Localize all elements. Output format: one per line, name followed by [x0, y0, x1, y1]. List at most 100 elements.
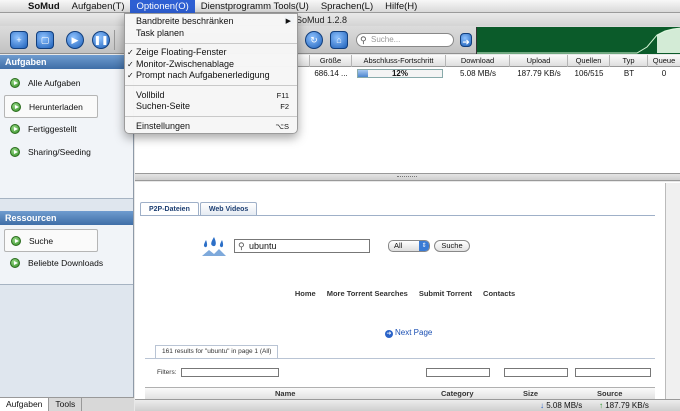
category-select[interactable]: All ⇕ — [388, 240, 430, 252]
sidebar-item-sharing[interactable]: Sharing/Seeding — [4, 141, 129, 164]
sidebar-tabs: Aufgaben Tools — [0, 397, 134, 411]
menu-item-bandwidth[interactable]: Bandbreite beschränken ▶ — [125, 16, 297, 28]
menu-item-fullscreen[interactable]: Vollbild F11 — [125, 90, 297, 102]
menu-item-floating-window[interactable]: ✓ Zeige Floating-Fenster — [125, 47, 297, 59]
submenu-arrow-icon: ▶ — [285, 18, 291, 25]
search-browser: P2P-Dateien Web Videos ⚲ ubuntu All ⇕ Su… — [135, 182, 680, 399]
result-col-source[interactable]: Source — [597, 389, 622, 398]
toolbar-search-input[interactable]: ⚲ Suche... — [356, 33, 454, 47]
splitter-grip[interactable] — [397, 176, 417, 178]
col-type[interactable]: Typ — [610, 55, 648, 67]
menu-item-task-plan[interactable]: Task planen — [125, 28, 297, 40]
progress-bar: 12% — [357, 69, 443, 78]
col-download[interactable]: Download — [446, 55, 510, 67]
search-icon: ⚲ — [360, 35, 367, 45]
menu-item-search-page[interactable]: Suchen-Seite F2 — [125, 101, 297, 113]
results-summary-tab[interactable]: 161 results for "ubuntu" in page 1 (All) — [155, 345, 279, 358]
torrent-search-input[interactable]: ⚲ ubuntu — [234, 239, 370, 253]
col-progress[interactable]: Abschluss-Fortschritt — [352, 55, 446, 67]
cell-type: BT — [623, 69, 635, 78]
status-download: ↓ 5.08 MB/s — [540, 401, 583, 410]
status-upload: ↑ 187.79 KB/s — [599, 401, 649, 410]
play-circle-icon — [10, 124, 20, 134]
checkmark-icon: ✓ — [127, 71, 134, 80]
result-col-size[interactable]: Size — [523, 389, 538, 398]
menu-optionen[interactable]: Optionen(O) — [130, 0, 195, 13]
chevron-updown-icon: ⇕ — [419, 241, 429, 251]
play-circle-icon — [10, 258, 20, 268]
cell-size: 686.14 ... — [314, 69, 348, 78]
results-header: Name Category Size Source — [145, 387, 655, 399]
pane-splitter[interactable] — [135, 173, 680, 181]
filter-size-input[interactable] — [504, 368, 568, 377]
col-size[interactable]: Größe — [310, 55, 352, 67]
menu-app[interactable]: SoMud — [22, 0, 66, 13]
filter-name-input[interactable] — [181, 368, 279, 377]
menu-hilfe[interactable]: Hilfe(H) — [379, 0, 423, 13]
window-title: SoMud 1.2.8 — [296, 15, 348, 25]
tasks-panel: Alle Aufgaben Herunterladen Fertiggestel… — [0, 69, 133, 199]
refresh-icon[interactable]: ↻ — [305, 31, 323, 49]
cell-queue: 0 — [661, 69, 667, 78]
sidebar-item-suche[interactable]: Suche — [4, 229, 98, 252]
result-col-category[interactable]: Category — [441, 389, 474, 398]
sidebar-item-herunterladen[interactable]: Herunterladen — [4, 95, 98, 118]
sidebar-item-fertiggestellt[interactable]: Fertiggestellt — [4, 118, 129, 141]
col-upload[interactable]: Upload — [510, 55, 568, 67]
cell-download: 5.08 MB/s — [459, 69, 496, 78]
nav-submit-torrent[interactable]: Submit Torrent — [419, 289, 472, 298]
menu-item-settings[interactable]: Einstellungen ⌥S — [125, 121, 297, 133]
browser-scrollbar[interactable] — [665, 183, 680, 399]
sidebar-item-beliebte-downloads[interactable]: Beliebte Downloads — [4, 252, 129, 275]
sidebar-item-alle-aufgaben[interactable]: Alle Aufgaben — [4, 72, 129, 95]
nav-contacts[interactable]: Contacts — [483, 289, 515, 298]
browser-tabs: P2P-Dateien Web Videos — [140, 202, 258, 216]
search-button[interactable]: Suche — [434, 240, 470, 252]
go-arrow-icon[interactable]: ➜ — [460, 33, 472, 47]
cell-sources: 106/515 — [574, 69, 604, 78]
checkmark-icon: ✓ — [127, 59, 134, 69]
nav-home[interactable]: Home — [295, 289, 316, 298]
menu-tools[interactable]: Dienstprogramm Tools(U) — [195, 0, 315, 13]
pause-icon[interactable]: ❚❚ — [92, 31, 110, 49]
sidebar: Aufgaben Alle Aufgaben Herunterladen Fer… — [0, 55, 134, 411]
menu-item-clipboard-monitor[interactable]: ✓ Monitor-Zwischenablage — [125, 59, 297, 71]
tab-p2p-files[interactable]: P2P-Dateien — [140, 202, 199, 216]
menu-item-prompt-complete[interactable]: ✓ Prompt nach Aufgabenerledigung — [125, 70, 297, 82]
menu-aufgaben[interactable]: Aufgaben(T) — [66, 0, 131, 13]
arrow-right-icon: ➜ — [385, 330, 393, 338]
next-page-link[interactable]: ➜ Next Page — [385, 328, 432, 338]
result-col-name[interactable]: Name — [275, 389, 295, 398]
toolbar-search-placeholder: Suche... — [371, 35, 401, 44]
menu-separator — [125, 116, 297, 117]
home-icon[interactable]: ⌂ — [330, 31, 348, 49]
site-nav: Home More Torrent Searches Submit Torren… — [135, 289, 555, 298]
play-circle-icon — [11, 102, 21, 112]
resources-header: Ressourcen — [0, 211, 133, 225]
play-circle-icon — [11, 236, 21, 246]
menu-separator — [125, 42, 297, 44]
progress-label: 12% — [391, 69, 408, 78]
col-sources[interactable]: Quellen — [568, 55, 610, 67]
play-circle-icon — [10, 147, 20, 157]
resources-panel: Suche Beliebte Downloads — [0, 225, 133, 285]
col-queue[interactable]: Queue — [648, 55, 680, 67]
status-bar: ↓ 5.08 MB/s ↑ 187.79 KB/s — [135, 399, 680, 411]
filter-source-input[interactable] — [575, 368, 651, 377]
arrow-down-icon: ↓ — [540, 401, 544, 410]
open-folder-icon[interactable]: ▢ — [36, 31, 54, 49]
play-circle-icon — [10, 78, 20, 88]
tab-tools[interactable]: Tools — [49, 398, 83, 411]
filter-category-input[interactable] — [426, 368, 490, 377]
tasks-header: Aufgaben — [0, 55, 133, 69]
filters-label: Filters: — [157, 369, 177, 376]
search-icon: ⚲ — [238, 241, 245, 251]
new-task-icon[interactable]: + — [10, 31, 28, 49]
tab-aufgaben[interactable]: Aufgaben — [0, 398, 50, 411]
start-icon[interactable]: ▶ — [66, 31, 84, 49]
tab-web-videos[interactable]: Web Videos — [199, 202, 258, 216]
cell-upload: 187.79 KB/s — [517, 69, 561, 78]
water-drops-logo-icon — [202, 237, 226, 256]
menu-sprachen[interactable]: Sprachen(L) — [315, 0, 379, 13]
nav-more-searches[interactable]: More Torrent Searches — [327, 289, 408, 298]
